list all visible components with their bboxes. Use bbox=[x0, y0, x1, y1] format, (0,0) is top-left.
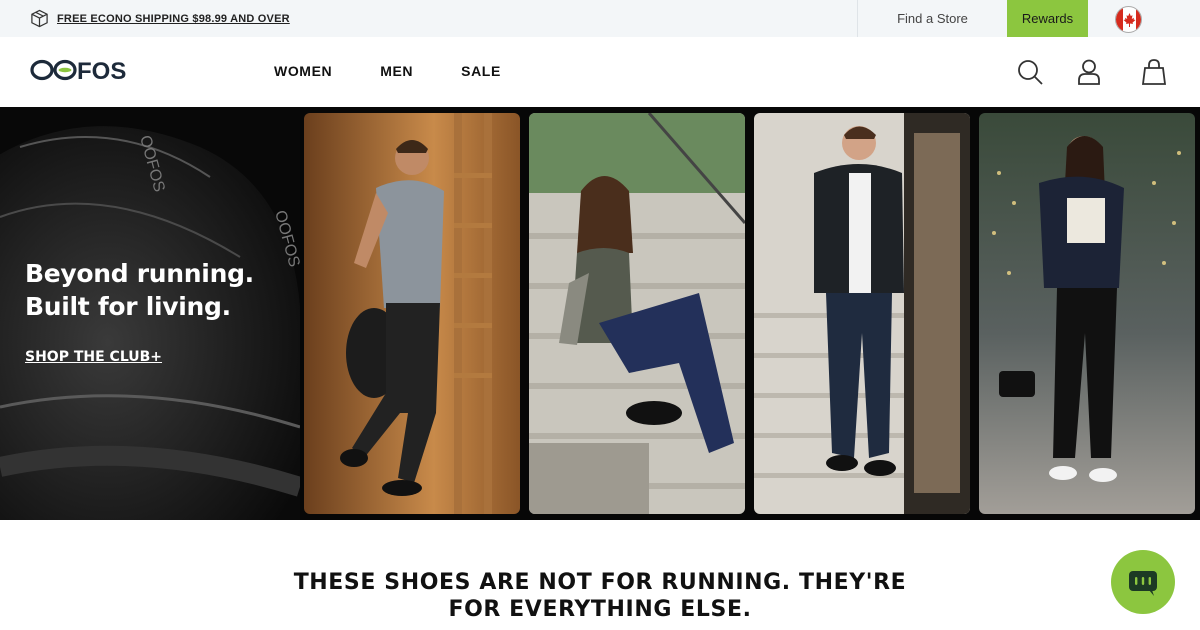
hero-headline: Beyond running. Built for living. bbox=[25, 257, 254, 323]
utility-bar: FREE ECONO SHIPPING $98.99 AND OVER Find… bbox=[0, 0, 1200, 37]
shipping-promo-text[interactable]: FREE ECONO SHIPPING $98.99 AND OVER bbox=[57, 13, 290, 25]
hero-headline-line2: Built for living. bbox=[25, 292, 231, 321]
shipping-promo[interactable]: FREE ECONO SHIPPING $98.99 AND OVER bbox=[30, 9, 290, 28]
rewards-button[interactable]: Rewards bbox=[1007, 0, 1088, 37]
cart-icon[interactable] bbox=[1140, 58, 1168, 86]
nav-men[interactable]: MEN bbox=[380, 63, 413, 79]
chat-button[interactable] bbox=[1111, 550, 1175, 614]
man-walking-image bbox=[304, 113, 520, 514]
find-store-link[interactable]: Find a Store bbox=[857, 0, 1007, 37]
box-icon bbox=[31, 9, 48, 28]
account-icon[interactable] bbox=[1075, 58, 1103, 86]
section-tagline: THESE SHOES ARE NOT FOR RUNNING. THEY'RE… bbox=[200, 569, 1000, 623]
hero-banner[interactable]: OOFOS OOFOS Beyond running. Built for li… bbox=[0, 107, 1200, 520]
hero-headline-line1: Beyond running. bbox=[25, 259, 254, 288]
tagline-line2: FOR EVERYTHING ELSE. bbox=[448, 597, 752, 622]
search-icon[interactable] bbox=[1016, 58, 1044, 86]
canada-flag-icon[interactable] bbox=[1115, 6, 1142, 33]
main-nav: WOMEN MEN SALE bbox=[274, 63, 549, 79]
nav-women[interactable]: WOMEN bbox=[274, 63, 332, 79]
tagline-line1: THESE SHOES ARE NOT FOR RUNNING. THEY'RE bbox=[293, 570, 907, 595]
svg-text:FOS: FOS bbox=[77, 58, 126, 83]
nav-sale[interactable]: SALE bbox=[461, 63, 501, 79]
woman-sitting-image bbox=[529, 113, 745, 514]
oofos-logo[interactable]: FOS bbox=[30, 57, 155, 83]
man-on-stairs-image bbox=[754, 113, 970, 514]
shop-the-club-link[interactable]: SHOP THE CLUB+ bbox=[25, 349, 162, 365]
chat-icon bbox=[1129, 571, 1157, 596]
woman-with-handbag-image bbox=[979, 113, 1195, 514]
main-header: FOS WOMEN MEN SALE bbox=[0, 37, 1200, 107]
